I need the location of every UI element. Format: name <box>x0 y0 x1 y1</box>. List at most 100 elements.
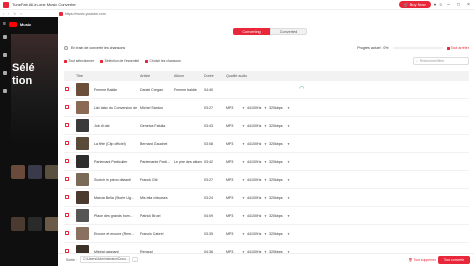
dropdown-caret-icon[interactable]: ▼ <box>287 124 290 128</box>
buy-now-button[interactable]: 🛒 Buy Now <box>398 1 431 8</box>
delete-all-button[interactable]: 🗑 Tout supprimer <box>408 258 436 262</box>
dropdown-caret-icon[interactable]: ▼ <box>264 232 267 236</box>
select-all-button[interactable]: Tout sélectionner <box>64 59 94 63</box>
hero-word-2: tion <box>12 75 33 87</box>
browse-button[interactable]: ... <box>132 257 138 262</box>
dropdown-caret-icon[interactable]: ▼ <box>287 142 290 146</box>
close-button[interactable]: × <box>465 2 472 8</box>
dropdown-caret-icon[interactable]: ▼ <box>264 178 267 182</box>
forward-icon[interactable]: › <box>8 12 9 16</box>
stop-icon <box>446 46 450 50</box>
dropdown-caret-icon[interactable]: ▼ <box>242 142 245 146</box>
tab-converting[interactable]: Converting <box>233 28 270 35</box>
dropdown-caret-icon[interactable]: ▼ <box>264 196 267 200</box>
table-row[interactable]: Place des grands hom... Patrick Bruel 04:0… <box>64 207 469 225</box>
col-title[interactable]: Titre <box>76 74 83 78</box>
home-icon[interactable]: ⌂ <box>20 12 22 16</box>
col-duration[interactable]: Durée <box>204 74 214 78</box>
dropdown-caret-icon[interactable]: ▼ <box>287 214 290 218</box>
dropdown-caret-icon[interactable]: ▼ <box>264 142 267 146</box>
row-checkbox[interactable] <box>65 231 69 235</box>
dropdown-caret-icon[interactable]: ▼ <box>264 106 267 110</box>
dropdown-caret-icon[interactable]: ▼ <box>287 160 290 164</box>
row-checkbox[interactable] <box>65 213 69 217</box>
row-checkbox[interactable] <box>65 195 69 199</box>
upgrade-nav-icon[interactable] <box>2 89 7 93</box>
dropdown-caret-icon[interactable]: ▼ <box>242 214 245 218</box>
dropdown-caret-icon[interactable]: ▼ <box>242 178 245 182</box>
col-album[interactable]: Album <box>174 74 184 78</box>
song-duration: 03:43 <box>204 124 213 128</box>
row-checkbox[interactable] <box>65 105 69 109</box>
song-title: Place des grands hom... <box>94 214 133 218</box>
col-quality[interactable]: Qualité audio <box>226 74 247 78</box>
tab-converted[interactable]: Converted <box>270 28 307 35</box>
yt-thumbnail[interactable] <box>45 217 58 231</box>
dropdown-caret-icon[interactable]: ▼ <box>242 124 245 128</box>
convert-all-button[interactable]: Tout convertir <box>438 256 470 264</box>
row-checkbox[interactable] <box>65 87 69 91</box>
minimize-button[interactable]: – <box>445 2 452 8</box>
dropdown-caret-icon[interactable]: ▼ <box>242 196 245 200</box>
table-row[interactable]: Encore et encore (Rem... Francis Cabrel 03… <box>64 225 469 243</box>
dropdown-caret-icon[interactable]: ▼ <box>287 178 290 182</box>
table-row[interactable]: Parlemant Particulier Parlemante Parti...… <box>64 153 469 171</box>
song-artist: Patrick Bruel <box>140 214 161 218</box>
reload-icon[interactable]: ↻ <box>13 12 16 16</box>
browser-nav: ‹ › ↻ ⌂ <box>3 12 51 16</box>
row-checkbox[interactable] <box>65 159 69 163</box>
table-row[interactable]: Job di dai Geneiva Fatulla 03:43 MP3 ▼ 44100H… <box>64 117 469 135</box>
song-title: Lâx laisv du Conversion de ... <box>94 106 138 110</box>
maximize-button[interactable]: □ <box>455 2 462 8</box>
table-row[interactable]: Scotch in pieno distanti Franck Gitl 03:27… <box>64 171 469 189</box>
table-row[interactable]: Marcia Bella (Storie Ug... Mis bila virtu… <box>64 189 469 207</box>
select-playlist-button[interactable]: Choisir les chansons <box>145 59 181 63</box>
trash-icon: 🗑 <box>408 258 413 262</box>
menu-icon[interactable]: ≡ <box>439 2 442 8</box>
col-artist[interactable]: Artiste <box>140 74 150 78</box>
dropdown-caret-icon[interactable]: ▼ <box>242 106 245 110</box>
song-duration: 04:09 <box>204 214 213 218</box>
dropdown-caret-icon[interactable]: ▼ <box>287 232 290 236</box>
home-nav-icon[interactable] <box>2 35 7 39</box>
song-title: Encore et encore (Rem... <box>94 232 135 236</box>
row-checkbox[interactable] <box>65 177 69 181</box>
yt-hero-banner[interactable] <box>11 34 58 144</box>
table-row[interactable]: La fête (Clip officiel) Bernard Gauchet 03… <box>64 135 469 153</box>
explore-nav-icon[interactable] <box>2 53 7 57</box>
dropdown-caret-icon[interactable]: ▼ <box>242 160 245 164</box>
library-nav-icon[interactable] <box>2 71 7 75</box>
select-album-button[interactable]: Sélection de l'essentiel <box>100 59 139 63</box>
table-row[interactable]: Femme Baldie Daniel Cregan Femme baldie 04:… <box>64 81 469 99</box>
dropdown-caret-icon[interactable]: ▼ <box>264 160 267 164</box>
dropdown-caret-icon[interactable]: ▼ <box>287 196 290 200</box>
back-icon[interactable]: ‹ <box>3 12 4 16</box>
output-path-field[interactable]: C:\Users\Administrator\Docu... <box>80 256 130 263</box>
tab-bar: Converting Converted <box>233 28 307 35</box>
yt-thumbnail[interactable] <box>11 165 25 179</box>
hero-word-1: Sélé <box>12 62 35 74</box>
stop-all-button[interactable]: Tout arrêter <box>446 46 469 50</box>
buy-now-label: Buy Now <box>409 2 426 7</box>
select-all-label: Tout sélectionner <box>68 59 95 63</box>
row-checkbox[interactable] <box>65 141 69 145</box>
table-row[interactable]: Lâx laisv du Conversion de ... Michel Sar… <box>64 99 469 117</box>
dropdown-caret-icon[interactable]: ▼ <box>264 214 267 218</box>
album-art-thumbnail <box>76 137 89 150</box>
song-artist: Bernard Gauchet <box>140 142 168 146</box>
dropdown-caret-icon[interactable]: ▼ <box>264 124 267 128</box>
yt-thumbnail[interactable] <box>28 217 42 231</box>
dropdown-caret-icon[interactable]: ▼ <box>242 232 245 236</box>
dropdown-caret-icon[interactable]: ▼ <box>287 106 290 110</box>
yt-thumbnail[interactable] <box>28 165 42 179</box>
yt-header: ≡ Music <box>0 17 58 31</box>
row-checkbox[interactable] <box>65 123 69 127</box>
song-duration: 03:27 <box>204 178 213 182</box>
yt-thumbnail[interactable] <box>11 217 25 231</box>
url-text[interactable]: https://music.youtube.com <box>65 12 106 16</box>
search-input[interactable]: ⌕ Rechercher/filtrer <box>413 57 469 65</box>
user-icon[interactable]: ● <box>434 2 437 8</box>
app-logo-icon <box>3 1 9 8</box>
yt-thumbnail[interactable] <box>45 165 58 179</box>
hamburger-icon[interactable]: ≡ <box>3 21 6 27</box>
